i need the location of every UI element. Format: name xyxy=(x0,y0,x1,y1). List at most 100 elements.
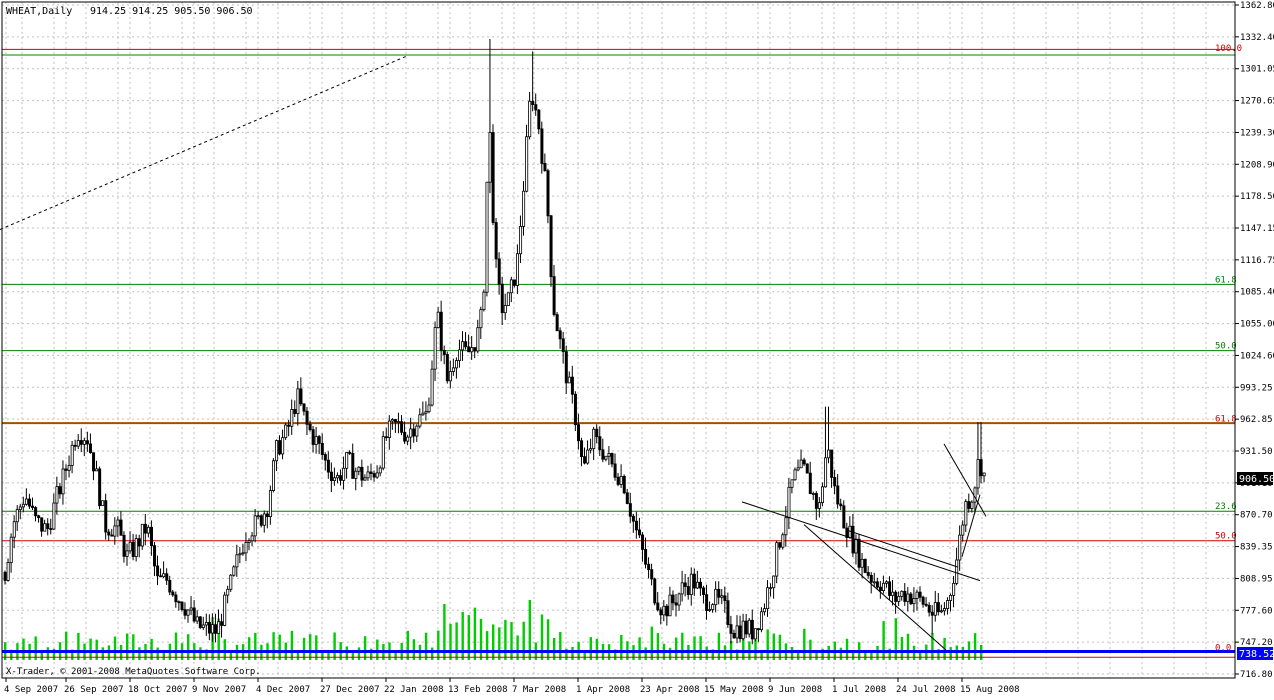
candle-down xyxy=(723,595,727,602)
candle-up xyxy=(363,477,367,481)
candle-up xyxy=(70,444,74,466)
volume-bar xyxy=(467,615,470,660)
candle-down xyxy=(583,456,587,464)
volume-bar xyxy=(455,622,458,660)
candle-up xyxy=(366,471,370,479)
candle-down xyxy=(177,601,181,604)
candle-down xyxy=(918,591,922,598)
candle-down xyxy=(674,602,678,606)
candle-down xyxy=(317,436,321,444)
candle-up xyxy=(345,451,349,469)
candle-down xyxy=(570,376,574,395)
volume-bar xyxy=(839,647,843,660)
candle-up xyxy=(281,437,285,455)
candle-down xyxy=(220,621,224,626)
candle-down xyxy=(717,588,721,598)
candle-down xyxy=(49,528,53,530)
candle-up xyxy=(61,468,65,495)
candle-down xyxy=(323,454,327,461)
candle-down xyxy=(34,507,38,517)
volume-bar xyxy=(479,618,483,660)
fib-label: 50.0 xyxy=(1215,532,1237,542)
candle-down xyxy=(92,452,96,472)
candle-up xyxy=(336,475,340,479)
candle-up xyxy=(860,558,864,568)
candle-down xyxy=(73,444,77,447)
candle-up xyxy=(406,436,410,442)
candle-up xyxy=(943,608,947,612)
candle-up xyxy=(506,292,510,306)
candle-down xyxy=(601,449,605,460)
volume-bar xyxy=(101,647,104,660)
candle-down xyxy=(171,591,175,596)
candle-up xyxy=(900,590,904,597)
fib-label: 100.0 xyxy=(1215,44,1242,54)
candle-up xyxy=(24,498,28,505)
candle-up xyxy=(201,624,205,628)
candle-down xyxy=(311,429,315,445)
candle-up xyxy=(125,550,129,557)
candle-up xyxy=(162,573,166,578)
candle-down xyxy=(555,314,559,332)
price-tick-label: 716.80 xyxy=(1240,670,1273,680)
date-tick-label: 23 Apr 2008 xyxy=(640,685,700,695)
candle-down xyxy=(558,330,562,340)
candle-down xyxy=(598,436,602,451)
candle-down xyxy=(445,354,449,382)
candle-up xyxy=(741,620,745,640)
candle-down xyxy=(613,463,617,478)
candle-up xyxy=(662,605,666,616)
date-tick-label: 15 May 2008 xyxy=(704,685,764,695)
candle-down xyxy=(930,611,934,616)
candle-down xyxy=(351,453,355,479)
candle-down xyxy=(439,311,443,351)
candle-down xyxy=(299,388,303,405)
candle-up xyxy=(76,440,80,447)
candle-down xyxy=(531,100,535,106)
candle-up xyxy=(458,349,462,361)
volume-bar xyxy=(302,637,306,660)
volume-bar xyxy=(113,636,117,660)
candle-down xyxy=(412,428,416,437)
candle-down xyxy=(143,523,147,534)
candle-up xyxy=(271,460,275,491)
candle-up xyxy=(525,136,529,192)
candle-up xyxy=(113,525,117,537)
candle-down xyxy=(473,347,477,352)
candle-down xyxy=(625,492,629,504)
volume-bar xyxy=(540,614,544,660)
price-tick-label: 839.35 xyxy=(1240,543,1273,553)
candle-up xyxy=(238,553,242,556)
candle-up xyxy=(15,509,19,523)
candle-down xyxy=(329,471,333,482)
volume-bar xyxy=(309,634,312,660)
candle-up xyxy=(695,581,699,589)
candle-down xyxy=(686,586,690,595)
volume-bar xyxy=(650,626,653,660)
volume-bar xyxy=(864,651,867,660)
date-tick-label: 22 Jan 2008 xyxy=(384,685,444,695)
candle-up xyxy=(607,453,611,457)
candle-down xyxy=(27,498,31,507)
candle-down xyxy=(732,632,736,639)
candle-down xyxy=(683,582,687,587)
volume-bar xyxy=(431,647,434,660)
candle-up xyxy=(354,470,358,479)
candle-down xyxy=(866,572,870,576)
date-tick-label: 27 Dec 2007 xyxy=(320,685,380,695)
candle-down xyxy=(744,620,748,635)
price-tick-label: 962.85 xyxy=(1240,415,1273,425)
candle-down xyxy=(537,109,541,130)
chart-header: WHEAT,Daily xyxy=(6,6,72,17)
volume-bar xyxy=(34,636,37,660)
candle-up xyxy=(790,479,794,488)
candle-up xyxy=(409,428,413,438)
candle-up xyxy=(232,566,236,576)
candle-up xyxy=(275,440,279,462)
candle-down xyxy=(647,563,651,571)
volume-bar xyxy=(406,630,409,660)
date-tick-label: 1 Jul 2008 xyxy=(832,685,886,695)
candle-up xyxy=(516,253,520,286)
candle-up xyxy=(760,611,764,631)
volume-bar xyxy=(772,633,775,660)
